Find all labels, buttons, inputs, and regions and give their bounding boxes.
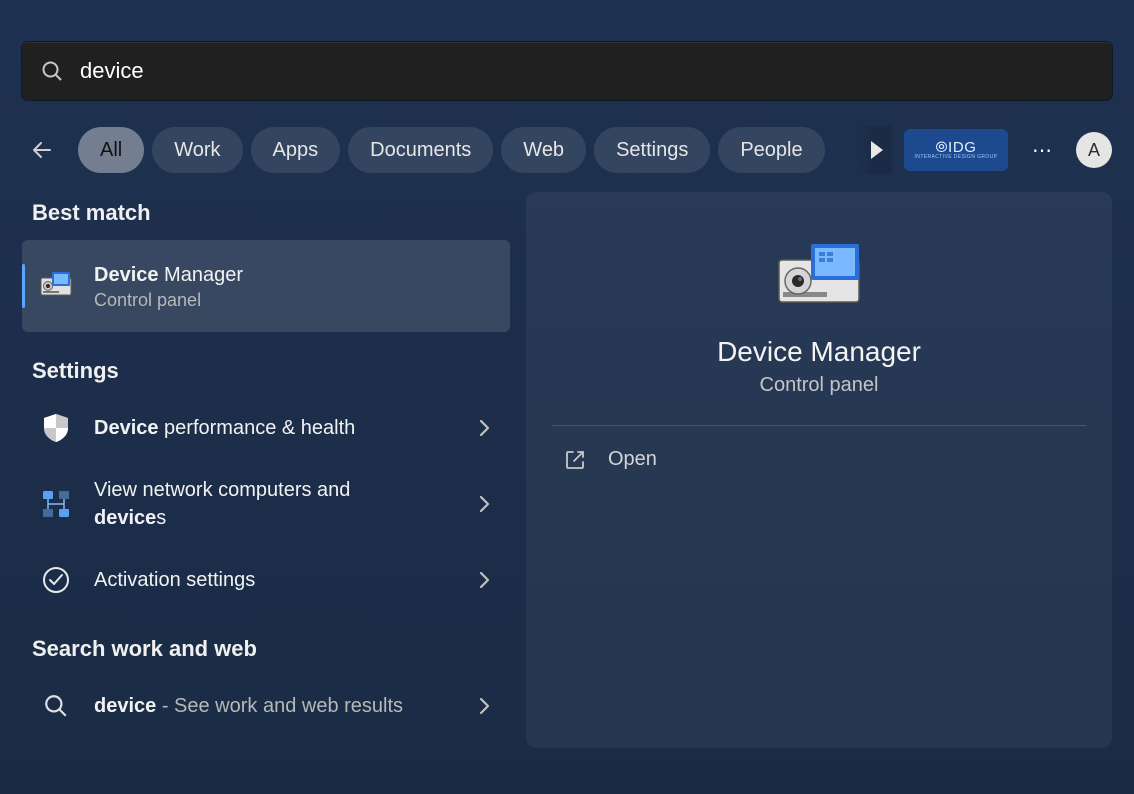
header-tools: ⦾IDG INTERACTIVE DESIGN GROUP ⋯ A (904, 129, 1112, 171)
device-manager-icon (36, 266, 76, 306)
chevron-right-icon (472, 568, 496, 592)
result-text: Device performance & health (94, 415, 472, 441)
open-label: Open (608, 448, 657, 471)
device-manager-large-icon (769, 236, 869, 316)
section-search-web: Search work and web (32, 636, 500, 662)
result-text: View network computers and devices (94, 477, 472, 531)
detail-title: Device Manager (717, 336, 921, 368)
filter-pill-people[interactable]: People (718, 127, 824, 173)
search-icon (36, 686, 76, 726)
search-icon (40, 59, 64, 83)
scroll-right-button[interactable] (860, 126, 892, 174)
detail-subtitle: Control panel (760, 374, 879, 397)
detail-panel: Device Manager Control panel Open (526, 192, 1112, 748)
result-activation-settings[interactable]: Activation settings (22, 550, 510, 610)
avatar[interactable]: A (1076, 132, 1112, 168)
result-network-devices[interactable]: View network computers and devices (22, 458, 510, 550)
search-input[interactable] (80, 58, 1094, 84)
result-title: Device Manager (94, 262, 496, 288)
result-search-web[interactable]: device - See work and web results (22, 676, 510, 736)
filter-row: All Work Apps Documents Web Settings Peo… (22, 126, 1112, 174)
section-settings: Settings (32, 358, 500, 384)
section-best-match: Best match (32, 200, 500, 226)
result-title: Device performance & health (94, 415, 472, 441)
search-bar[interactable] (22, 42, 1112, 100)
org-badge-text: ⦾IDG (935, 140, 976, 155)
chevron-right-icon (472, 492, 496, 516)
shield-icon (36, 408, 76, 448)
org-badge[interactable]: ⦾IDG INTERACTIVE DESIGN GROUP (904, 129, 1008, 171)
check-circle-icon (36, 560, 76, 600)
filter-pill-work[interactable]: Work (152, 127, 242, 173)
org-badge-subtext: INTERACTIVE DESIGN GROUP (915, 155, 998, 160)
network-icon (36, 484, 76, 524)
chevron-right-icon (472, 416, 496, 440)
open-action[interactable]: Open (526, 426, 1112, 493)
result-text: Device Manager Control panel (94, 262, 496, 311)
result-title-line2: devices (94, 505, 472, 531)
filter-pill-apps[interactable]: Apps (251, 127, 341, 173)
filter-pills: All Work Apps Documents Web Settings Peo… (78, 127, 848, 173)
result-title: Activation settings (94, 567, 472, 593)
results-panel: Best match Device Manager Control panel (22, 192, 510, 748)
filter-pill-web[interactable]: Web (501, 127, 586, 173)
filter-pill-documents[interactable]: Documents (348, 127, 493, 173)
result-device-manager[interactable]: Device Manager Control panel (22, 240, 510, 332)
result-device-performance[interactable]: Device performance & health (22, 398, 510, 458)
result-text: device - See work and web results (94, 693, 472, 719)
more-button[interactable]: ⋯ (1024, 132, 1060, 168)
open-external-icon (564, 449, 586, 471)
result-title: device - See work and web results (94, 693, 472, 719)
filter-pill-settings[interactable]: Settings (594, 127, 710, 173)
result-text: Activation settings (94, 567, 472, 593)
chevron-right-icon (472, 694, 496, 718)
filter-pill-all[interactable]: All (78, 127, 144, 173)
back-button[interactable] (22, 130, 62, 170)
result-subtitle: Control panel (94, 290, 496, 311)
result-title: View network computers and (94, 477, 472, 503)
content: Best match Device Manager Control panel (0, 192, 1134, 748)
